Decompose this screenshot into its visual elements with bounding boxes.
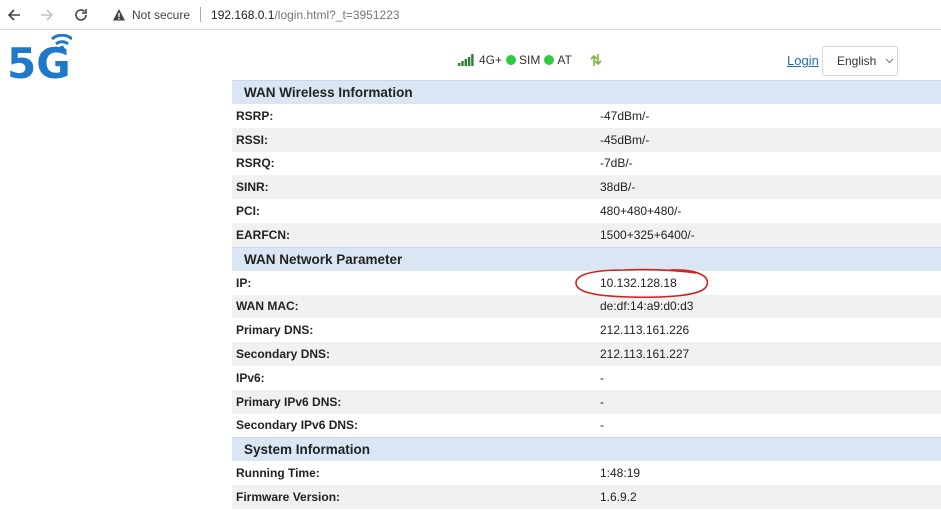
row-label: Primary DNS: — [236, 323, 314, 338]
chevron-down-icon — [885, 58, 894, 64]
row-value: - — [600, 370, 604, 385]
row-label: IPv6: — [236, 370, 265, 385]
sim-label: SIM — [519, 53, 541, 67]
row-value: - — [600, 418, 604, 433]
language-value: English — [837, 54, 877, 68]
row-value: 38dB/- — [600, 180, 636, 195]
table-row: RSSI: -45dBm/- — [232, 127, 941, 152]
table-row: RSRP: -47dBm/- — [232, 104, 941, 128]
data-transfer-icon — [590, 54, 602, 66]
row-label: Primary IPv6 DNS: — [236, 394, 342, 409]
row-value: 1500+325+6400/- — [600, 227, 695, 242]
row-label: WAN MAC: — [236, 299, 299, 314]
5g-logo: 5G — [7, 34, 72, 80]
table-row: EARFCN: 1500+325+6400/- — [232, 222, 941, 247]
row-value: de:df:14:a9:d0:d3 — [600, 299, 694, 314]
row-label: PCI: — [236, 204, 260, 219]
section-header-wan-network: WAN Network Parameter — [232, 246, 941, 271]
row-value: -45dBm/- — [600, 132, 650, 147]
app-header: 5G 4G+ SIM AT Login English — [0, 30, 941, 80]
divider — [200, 7, 202, 22]
section-header-system: System Information — [232, 437, 941, 462]
at-label: AT — [557, 53, 572, 67]
table-row: SINR: 38dB/- — [232, 175, 941, 200]
row-value: -47dBm/- — [600, 108, 650, 123]
language-select[interactable]: English — [822, 46, 898, 76]
table-row: IPv6: - — [232, 365, 941, 390]
network-status: 4G+ SIM AT — [458, 52, 602, 68]
table-row: PCI: 480+480+480/- — [232, 199, 941, 223]
table-row: IP: 10.132.128.18 — [232, 270, 941, 295]
table-row: Primary IPv6 DNS: - — [232, 389, 941, 414]
row-label: Running Time: — [236, 466, 320, 481]
url-path[interactable]: /login.html?_t=3951223 — [274, 8, 399, 22]
table-row: Firmware Version: 1.6.9.2 — [232, 485, 941, 509]
row-label: RSRP: — [236, 108, 274, 123]
row-label: EARFCN: — [236, 227, 290, 242]
row-value: - — [600, 394, 604, 409]
network-type: 4G+ — [479, 53, 503, 67]
table-row: Secondary DNS: 212.113.161.227 — [232, 342, 941, 366]
table-row: Primary DNS: 212.113.161.226 — [232, 318, 941, 343]
status-panel: WAN Wireless Information RSRP: -47dBm/- R… — [232, 80, 941, 509]
login-link[interactable]: Login — [787, 53, 819, 68]
row-label: SINR: — [236, 180, 269, 195]
row-value: 212.113.161.226 — [600, 323, 690, 338]
reload-button[interactable] — [70, 4, 92, 26]
table-row: Running Time: 1:48:19 — [232, 461, 941, 486]
url-host[interactable]: 192.168.0.1 — [211, 8, 274, 22]
warning-icon — [113, 8, 125, 20]
table-row: WAN MAC: de:df:14:a9:d0:d3 — [232, 294, 941, 319]
row-value: 10.132.128.18 — [600, 275, 677, 290]
row-value: -7dB/- — [600, 156, 633, 171]
row-value: 480+480+480/- — [600, 204, 682, 219]
row-label: IP: — [236, 275, 252, 290]
forward-button[interactable] — [36, 4, 58, 26]
row-label: Firmware Version: — [236, 490, 341, 505]
row-value: 1:48:19 — [600, 466, 641, 481]
reload-icon — [75, 9, 87, 21]
arrow-left-icon — [7, 9, 20, 21]
row-label: RSRQ: — [236, 156, 275, 171]
section-header-wan-wireless: WAN Wireless Information — [232, 80, 941, 104]
row-value: 1.6.9.2 — [600, 490, 637, 505]
security-status[interactable]: Not secure — [132, 8, 190, 22]
row-label: Secondary DNS: — [236, 347, 331, 362]
at-status-dot — [544, 55, 555, 65]
address-bar[interactable]: Not secure 192.168.0.1/login.html?_t=395… — [104, 2, 941, 27]
row-label: Secondary IPv6 DNS: — [236, 418, 359, 433]
back-button[interactable] — [3, 4, 25, 26]
arrow-right-icon — [41, 9, 54, 21]
sim-status-dot — [506, 55, 517, 65]
row-value: 212.113.161.227 — [600, 347, 690, 362]
signal-strength-icon — [458, 54, 474, 66]
table-row: Secondary IPv6 DNS: - — [232, 413, 941, 438]
logo-text: 5G — [7, 39, 71, 80]
row-label: RSSI: — [236, 132, 269, 147]
table-row: RSRQ: -7dB/- — [232, 151, 941, 176]
browser-toolbar: Not secure 192.168.0.1/login.html?_t=395… — [0, 0, 941, 30]
